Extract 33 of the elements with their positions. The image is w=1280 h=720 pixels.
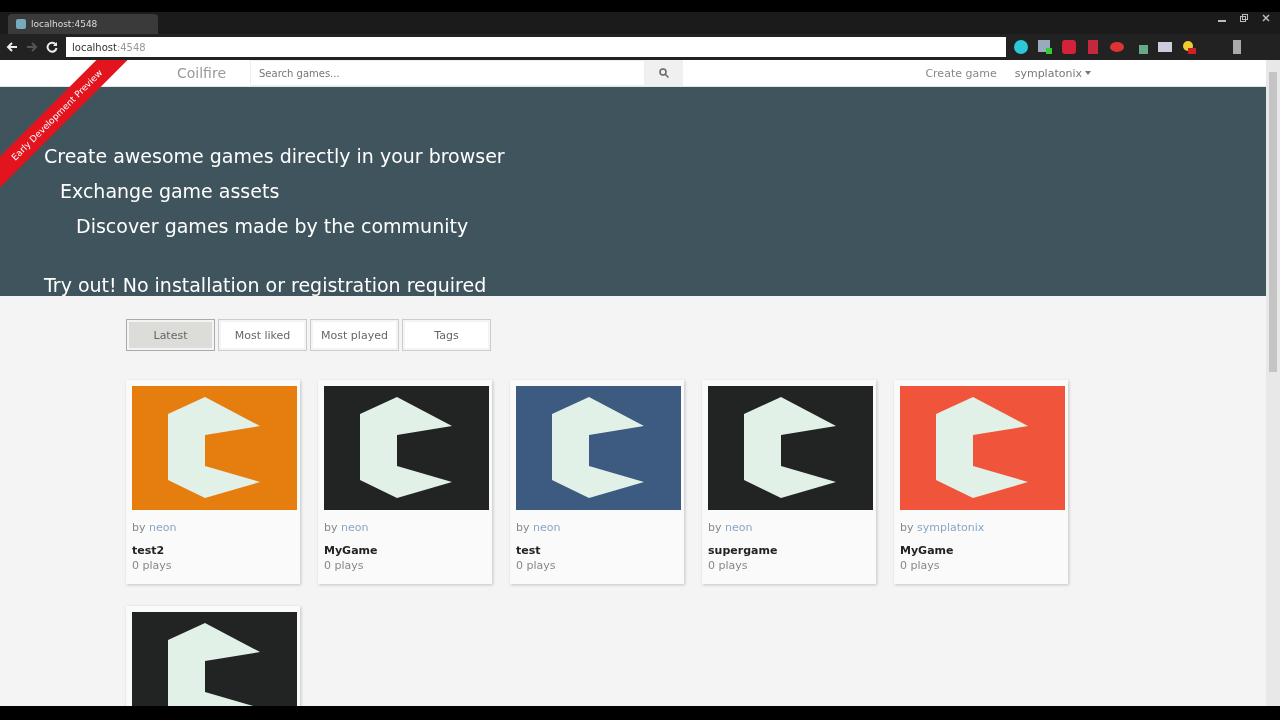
game-title[interactable]: MyGame [900, 544, 954, 557]
game-card[interactable]: by symplatonix MyGame 0 plays [894, 380, 1068, 584]
filter-tab[interactable]: Most played [310, 319, 399, 351]
hero-text: Discover games made by the community [76, 215, 469, 237]
play-count: 0 plays [324, 559, 364, 572]
author-line: by [132, 521, 147, 534]
filter-tab[interactable]: Latest [126, 319, 215, 351]
play-count: 0 plays [132, 559, 172, 572]
filter-tab[interactable]: Tags [402, 319, 491, 351]
address-bar[interactable]: localhost:4548 [66, 37, 1006, 57]
hero-text: Exchange game assets [60, 180, 280, 202]
nav-link[interactable]: Create game [925, 66, 997, 80]
play-count: 0 plays [516, 559, 556, 572]
search-field[interactable]: Search games... [250, 60, 645, 86]
user-menu[interactable]: symplatonix [1014, 66, 1091, 80]
filter-tab[interactable]: Most liked [218, 319, 307, 351]
game-card[interactable]: by neon supergame 0 plays [702, 380, 876, 584]
hero-text: Create awesome games directly in your browser [44, 145, 505, 167]
game-card[interactable]: by neon MyGame 0 plays [318, 380, 492, 584]
author-line: by [708, 521, 723, 534]
game-title[interactable]: MyGame [324, 544, 378, 557]
game-title[interactable]: test2 [132, 544, 165, 557]
game-card[interactable]: by neon test 0 plays [510, 380, 684, 584]
author-line: by [900, 521, 915, 534]
play-count: 0 plays [900, 559, 940, 572]
game-title[interactable]: test [516, 544, 541, 557]
author-line: by [324, 521, 339, 534]
author-line: by [516, 521, 531, 534]
game-title[interactable]: supergame [708, 544, 778, 557]
game-card[interactable]: by neon test2 0 plays [126, 380, 300, 584]
play-count: 0 plays [708, 559, 748, 572]
hero-tagline: Try out! No installation or registration required [44, 274, 487, 296]
browser-tab[interactable]: localhost:4548 [8, 14, 158, 34]
